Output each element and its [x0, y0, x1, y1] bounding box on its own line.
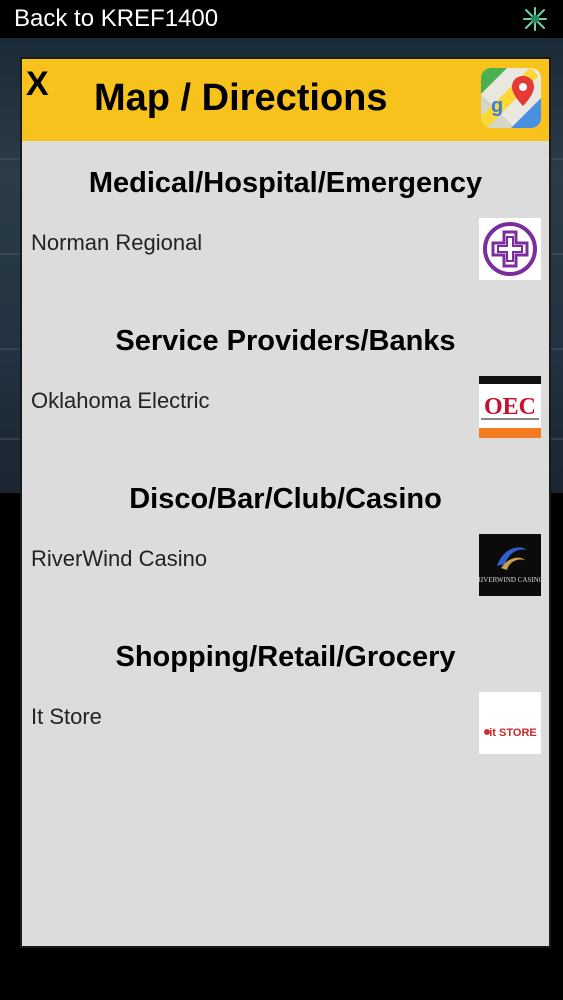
list-item-norman-regional[interactable]: Norman Regional [22, 218, 549, 280]
section-medical: Medical/Hospital/Emergency Norman Region… [22, 167, 549, 280]
it-store-logo: it STORE [479, 692, 541, 754]
spark-icon [523, 7, 547, 31]
oec-logo-text: OEC [484, 394, 536, 420]
list-item-it-store[interactable]: It Store it STORE [22, 692, 549, 754]
item-label: Oklahoma Electric [31, 388, 210, 413]
svg-text:g: g [491, 95, 503, 117]
section-title: Medical/Hospital/Emergency [88, 167, 483, 199]
modal-header: X Map / Directions g [22, 59, 549, 141]
item-label: RiverWind Casino [31, 546, 208, 571]
riverwind-logo: RIVERWIND CASINO [479, 534, 541, 596]
section-casino: Disco/Bar/Club/Casino RiverWind Casino R… [22, 483, 549, 596]
top-bar: Back to KREF1400 [0, 0, 563, 38]
oec-logo: OEC [479, 376, 541, 438]
list-item-riverwind-casino[interactable]: RiverWind Casino RIVERWIND CASINO [22, 534, 549, 596]
section-title: Disco/Bar/Club/Casino [129, 483, 442, 515]
google-maps-icon[interactable]: g [481, 68, 541, 128]
section-title: Service Providers/Banks [115, 325, 456, 357]
item-label: Norman Regional [31, 230, 203, 255]
map-directions-modal: X Map / Directions g Medical/Hospital/Em… [20, 57, 551, 948]
list-item-oklahoma-electric[interactable]: Oklahoma Electric OEC [22, 376, 549, 438]
it-store-logo-text: it STORE [489, 727, 536, 739]
modal-title: Map / Directions [94, 77, 388, 119]
back-link[interactable]: Back to KREF1400 [14, 5, 218, 33]
item-label: It Store [31, 704, 102, 729]
riverwind-logo-text: RIVERWIND CASINO [479, 576, 541, 584]
close-button[interactable]: X [26, 65, 49, 104]
norman-regional-logo [479, 218, 541, 280]
section-shopping: Shopping/Retail/Grocery It Store it STOR… [22, 641, 549, 754]
section-service-providers: Service Providers/Banks Oklahoma Electri… [22, 325, 549, 438]
section-title: Shopping/Retail/Grocery [115, 641, 456, 673]
